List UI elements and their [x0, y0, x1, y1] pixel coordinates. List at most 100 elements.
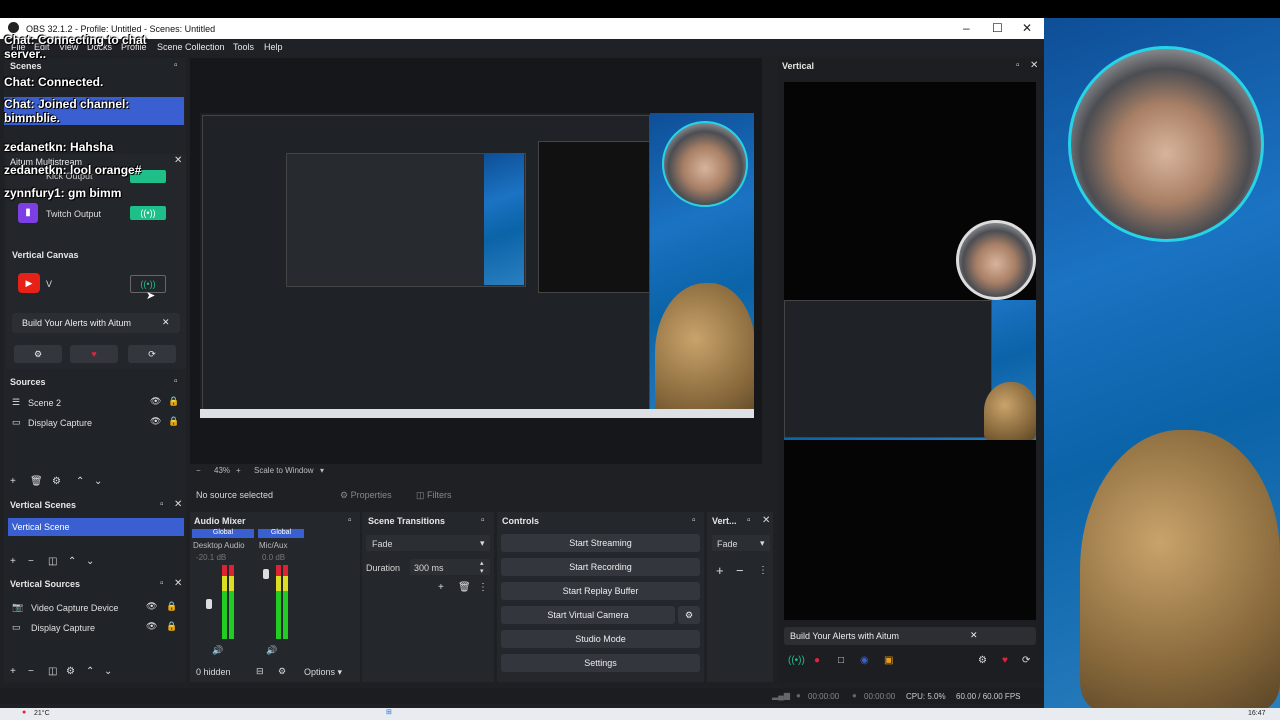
stop-icon[interactable]: □ — [838, 655, 844, 666]
aitum-refresh-button[interactable]: ⟳ — [128, 345, 176, 363]
aitum-alerts-close-icon[interactable]: ✕ — [162, 317, 170, 328]
vertical-close-icon[interactable]: ✕ — [1030, 60, 1038, 71]
vertical-alerts-close-icon[interactable]: ✕ — [970, 630, 978, 641]
program-preview[interactable] — [200, 113, 754, 418]
add-icon[interactable]: + — [10, 556, 16, 567]
duration-input[interactable]: 300 ms ▴ ▾ — [410, 559, 490, 575]
volume-slider[interactable] — [263, 569, 269, 579]
stepper-icon[interactable]: ▴ ▾ — [480, 559, 484, 575]
chat-line-2: Chat: Connected. — [4, 75, 103, 89]
menu-help[interactable]: Help — [264, 42, 283, 52]
start-streaming-button[interactable]: Start Streaming — [501, 534, 700, 552]
vertical-source-item[interactable]: 📷 Video Capture Device 👁 🔒 — [10, 600, 180, 618]
move-up-icon[interactable]: ⌃ — [76, 476, 84, 487]
source-item[interactable]: ☰ Scene 2 👁 🔒 — [10, 395, 180, 413]
scale-mode[interactable]: Scale to Window — [254, 466, 314, 475]
twitch-toggle-button[interactable]: ((•)) — [130, 206, 166, 220]
settings-button[interactable]: Settings — [501, 654, 700, 672]
vert-transition-select[interactable]: Fade ▾ — [712, 535, 770, 551]
more-icon[interactable]: ⋮ — [758, 565, 768, 576]
more-icon[interactable]: ⋮ — [478, 582, 488, 593]
record-status-icon[interactable]: ● — [814, 655, 820, 666]
vertical-alerts-banner[interactable]: Build Your Alerts with Aitum ✕ — [784, 627, 1036, 645]
channel-name[interactable]: Mic/Aux — [259, 541, 287, 550]
replay-icon[interactable]: ▣ — [884, 655, 893, 666]
stream-status-icon[interactable]: ((•)) — [788, 655, 805, 666]
remove-icon[interactable]: 🗑 — [458, 582, 471, 593]
controls-float-icon[interactable]: ▫ — [692, 515, 696, 526]
move-down-icon[interactable]: ⌄ — [94, 476, 102, 487]
maximize-button[interactable]: ☐ — [992, 21, 1003, 35]
dock-float-icon[interactable]: ▫ — [174, 60, 178, 71]
move-down-icon[interactable]: ⌄ — [104, 666, 112, 677]
vertical-float-icon[interactable]: ▫ — [1016, 60, 1020, 71]
vertical-preview[interactable] — [784, 82, 1036, 620]
audio-mixer-float-icon[interactable]: ▫ — [348, 515, 352, 526]
properties-button[interactable]: ⚙ Properties — [340, 490, 392, 501]
speaker-icon[interactable]: 🔊 — [212, 645, 223, 656]
start-icon[interactable]: ⊞ — [386, 708, 392, 716]
remove-icon[interactable]: − — [28, 556, 34, 567]
start-virtual-camera-button[interactable]: Start Virtual Camera — [501, 606, 675, 624]
lock-icon[interactable]: 🔒 — [168, 396, 179, 407]
filter-icon[interactable]: ◫ — [48, 556, 57, 567]
add-icon[interactable]: + — [10, 476, 16, 487]
remove-icon[interactable]: 🗑 — [30, 476, 43, 487]
layout-icon[interactable]: ⊟ — [256, 666, 264, 677]
heart-icon[interactable]: ♥ — [1002, 655, 1008, 666]
channel-name[interactable]: Desktop Audio — [193, 541, 245, 550]
vertical-scenes-close-icon[interactable]: ✕ — [174, 499, 182, 510]
mixer-settings-icon[interactable]: ⚙ — [278, 666, 286, 677]
start-recording-button[interactable]: Start Recording — [501, 558, 700, 576]
transitions-float-icon[interactable]: ▫ — [481, 515, 485, 526]
remove-icon[interactable]: − — [28, 666, 34, 677]
visibility-eye-icon[interactable]: 👁 — [150, 416, 161, 427]
source-item[interactable]: ▭ Display Capture 👁 🔒 — [10, 415, 180, 433]
vertical-scene-item[interactable]: Vertical Scene — [8, 518, 184, 536]
sources-float-icon[interactable]: ▫ — [174, 376, 178, 387]
aitum-alerts-banner[interactable]: Build Your Alerts with Aitum ✕ — [12, 313, 180, 333]
refresh-icon[interactable]: ⟳ — [1022, 655, 1030, 666]
filters-button[interactable]: ◫ Filters — [416, 490, 452, 501]
aitum-close-icon[interactable]: ✕ — [174, 155, 182, 166]
minimize-button[interactable]: – — [963, 21, 970, 35]
add-icon[interactable]: + — [438, 582, 444, 593]
volume-slider[interactable] — [206, 599, 212, 609]
aitum-settings-button[interactable]: ⚙ — [14, 345, 62, 363]
chevron-down-icon[interactable]: ▾ — [320, 466, 324, 475]
zoom-in-icon[interactable]: + — [236, 466, 241, 475]
menu-tools[interactable]: Tools — [233, 42, 254, 52]
move-down-icon[interactable]: ⌄ — [86, 556, 94, 567]
studio-mode-button[interactable]: Studio Mode — [501, 630, 700, 648]
visibility-eye-icon[interactable]: 👁 — [146, 621, 157, 632]
zoom-out-icon[interactable]: − — [196, 466, 201, 475]
start-replay-buffer-button[interactable]: Start Replay Buffer — [501, 582, 700, 600]
move-up-icon[interactable]: ⌃ — [86, 666, 94, 677]
speaker-icon[interactable]: 🔊 — [266, 645, 277, 656]
lock-icon[interactable]: 🔒 — [166, 601, 177, 612]
close-button[interactable]: ✕ — [1022, 21, 1032, 35]
transition-select[interactable]: Fade ▾ — [366, 535, 490, 551]
vert-close-icon[interactable]: ✕ — [762, 515, 770, 526]
lock-icon[interactable]: 🔒 — [168, 416, 179, 427]
vertical-source-item[interactable]: ▭ Display Capture 👁 🔒 — [10, 620, 180, 638]
vertical-sources-float-icon[interactable]: ▫ — [160, 578, 164, 589]
move-up-icon[interactable]: ⌃ — [68, 556, 76, 567]
vert-float-icon[interactable]: ▫ — [747, 515, 751, 526]
gear-icon[interactable]: ⚙ — [66, 666, 75, 677]
vertical-sources-close-icon[interactable]: ✕ — [174, 578, 182, 589]
virtual-cam-icon[interactable]: ◉ — [860, 655, 869, 666]
lock-icon[interactable]: 🔒 — [166, 621, 177, 632]
virtual-camera-settings-button[interactable]: ⚙ — [678, 606, 700, 624]
vertical-scenes-float-icon[interactable]: ▫ — [160, 499, 164, 510]
filter-icon[interactable]: ◫ — [48, 666, 57, 677]
gear-icon[interactable]: ⚙ — [52, 476, 61, 487]
remove-icon[interactable]: − — [736, 563, 744, 578]
add-icon[interactable]: + — [10, 666, 16, 677]
gear-icon[interactable]: ⚙ — [978, 655, 987, 666]
visibility-eye-icon[interactable]: 👁 — [150, 396, 161, 407]
add-icon[interactable]: + — [716, 563, 724, 578]
options-button[interactable]: Options ▾ — [304, 667, 342, 678]
aitum-heart-button[interactable]: ♥ — [70, 345, 118, 363]
visibility-eye-icon[interactable]: 👁 — [146, 601, 157, 612]
